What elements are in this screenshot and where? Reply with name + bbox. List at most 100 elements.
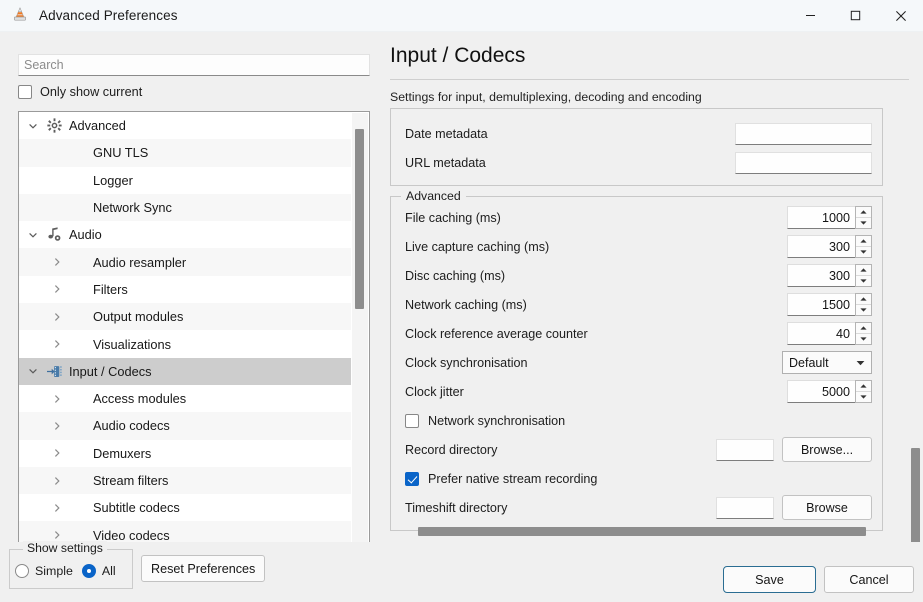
- maximize-button[interactable]: [833, 0, 878, 32]
- stepper-up-icon[interactable]: [856, 265, 871, 275]
- window-title: Advanced Preferences: [39, 8, 178, 23]
- live-capture-caching-stepper[interactable]: [855, 235, 872, 258]
- close-button[interactable]: [878, 0, 923, 32]
- date-metadata-input[interactable]: [735, 122, 872, 145]
- tree-item-stream-filters[interactable]: Stream filters: [19, 466, 351, 495]
- settings-horizontal-scrollbar-thumb[interactable]: [418, 527, 866, 536]
- tree-item-advanced[interactable]: Advanced: [19, 112, 351, 139]
- clock-synchronisation-select[interactable]: Default: [782, 351, 872, 374]
- network-synchronisation-checkbox[interactable]: Network synchronisation: [401, 406, 872, 435]
- tree-item-visualizations[interactable]: Visualizations: [19, 330, 351, 357]
- stepper-up-icon[interactable]: [856, 236, 871, 246]
- chevron-down-icon[interactable]: [23, 366, 43, 376]
- stepper-up-icon[interactable]: [856, 381, 871, 391]
- clock-jitter-value[interactable]: 5000: [787, 380, 855, 403]
- stepper-up-icon[interactable]: [856, 207, 871, 217]
- chevron-right-icon[interactable]: [47, 503, 67, 513]
- tree-item-demuxers[interactable]: Demuxers: [19, 440, 351, 467]
- minimize-button[interactable]: [788, 0, 833, 32]
- tree-item-label: Audio resampler: [93, 254, 187, 270]
- radio-all[interactable]: [81, 564, 96, 578]
- field-row-clock-reference-average-counter: Clock reference average counter 40: [401, 319, 872, 348]
- tree-item-subtitle-codecs[interactable]: Subtitle codecs: [19, 494, 351, 521]
- field-row-record-directory: Record directory Browse...: [401, 435, 872, 464]
- chevron-right-icon[interactable]: [47, 421, 67, 431]
- tree-item-audio-resampler[interactable]: Audio resampler: [19, 248, 351, 276]
- chevron-right-icon[interactable]: [47, 448, 67, 458]
- chevron-right-icon[interactable]: [47, 257, 67, 267]
- stepper-up-icon[interactable]: [856, 323, 871, 333]
- chevron-right-icon[interactable]: [47, 284, 67, 294]
- only-show-current-checkbox[interactable]: Only show current: [18, 85, 142, 99]
- tree-item-filters[interactable]: Filters: [19, 276, 351, 303]
- save-button[interactable]: Save: [723, 566, 816, 593]
- tree-item-network-sync[interactable]: Network Sync: [19, 193, 351, 222]
- network-synchronisation-box: [405, 413, 419, 428]
- file-caching-label: File caching (ms): [405, 210, 501, 225]
- prefer-native-stream-recording-box: [405, 471, 419, 486]
- tree-item-label: Audio: [69, 227, 102, 243]
- chevron-right-icon[interactable]: [47, 394, 67, 404]
- disc-caching-value[interactable]: 300: [787, 264, 855, 287]
- network-caching-stepper[interactable]: [855, 293, 872, 316]
- tree-item-label: GNU TLS: [93, 145, 149, 161]
- disc-caching-stepper[interactable]: [855, 264, 872, 287]
- chevron-right-icon[interactable]: [47, 339, 67, 349]
- record-directory-browse-button[interactable]: Browse...: [782, 437, 872, 462]
- gear-icon: [43, 118, 65, 133]
- show-settings-legend: Show settings: [23, 541, 107, 555]
- field-row-timeshift-directory: Timeshift directory Browse: [401, 493, 872, 522]
- network-caching-value[interactable]: 1500: [787, 293, 855, 316]
- stepper-down-icon[interactable]: [856, 246, 871, 257]
- only-show-current-label: Only show current: [40, 85, 143, 99]
- tree-item-label: Visualizations: [93, 336, 172, 352]
- search-input[interactable]: [18, 54, 370, 76]
- stepper-down-icon[interactable]: [856, 391, 871, 402]
- clock-reference-average-counter-value[interactable]: 40: [787, 322, 855, 345]
- tree-item-gnu-tls[interactable]: GNU TLS: [19, 139, 351, 167]
- clock-jitter-spinbox[interactable]: 5000: [787, 380, 872, 403]
- stepper-down-icon[interactable]: [856, 333, 871, 344]
- tree-scrollbar-thumb[interactable]: [355, 129, 364, 309]
- tree-item-audio-codecs[interactable]: Audio codecs: [19, 412, 351, 440]
- cancel-button[interactable]: Cancel: [824, 566, 914, 593]
- network-caching-spinbox[interactable]: 1500: [787, 293, 872, 316]
- reset-preferences-button[interactable]: Reset Preferences: [141, 555, 266, 582]
- stepper-up-icon[interactable]: [856, 294, 871, 304]
- clock-reference-stepper[interactable]: [855, 322, 872, 345]
- timeshift-directory-input[interactable]: [716, 496, 774, 519]
- tree-item-access-modules[interactable]: Access modules: [19, 385, 351, 412]
- advanced-group: Advanced File caching (ms) 1000 Live cap…: [390, 189, 883, 531]
- record-directory-input[interactable]: [716, 438, 774, 461]
- prefer-native-stream-recording-checkbox[interactable]: Prefer native stream recording: [401, 464, 872, 493]
- file-caching-stepper[interactable]: [855, 206, 872, 229]
- show-settings-group: Show settings Simple All: [9, 541, 133, 589]
- chevron-down-icon[interactable]: [23, 121, 43, 131]
- tree-item-logger[interactable]: Logger: [19, 167, 351, 194]
- clock-reference-average-counter-spinbox[interactable]: 40: [787, 322, 872, 345]
- tree-item-audio[interactable]: Audio: [19, 221, 351, 248]
- tree-item-output-modules[interactable]: Output modules: [19, 303, 351, 331]
- chevron-right-icon[interactable]: [47, 476, 67, 486]
- settings-vertical-scrollbar-thumb[interactable]: [911, 448, 920, 551]
- file-caching-value[interactable]: 1000: [787, 206, 855, 229]
- clock-jitter-stepper[interactable]: [855, 380, 872, 403]
- tree-item-input-codecs[interactable]: Input / Codecs: [19, 357, 351, 385]
- title-divider: [390, 79, 909, 80]
- tree-scrollbar[interactable]: [352, 113, 368, 566]
- tree-item-label: Logger: [93, 172, 133, 188]
- prefer-native-stream-recording-label: Prefer native stream recording: [428, 471, 598, 486]
- stepper-down-icon[interactable]: [856, 275, 871, 286]
- live-capture-caching-spinbox[interactable]: 300: [787, 235, 872, 258]
- stepper-down-icon[interactable]: [856, 217, 871, 228]
- chevron-right-icon[interactable]: [47, 312, 67, 322]
- chevron-right-icon[interactable]: [47, 530, 67, 540]
- disc-caching-spinbox[interactable]: 300: [787, 264, 872, 287]
- url-metadata-input[interactable]: [735, 151, 872, 174]
- file-caching-spinbox[interactable]: 1000: [787, 206, 872, 229]
- chevron-down-icon[interactable]: [23, 230, 43, 240]
- stepper-down-icon[interactable]: [856, 304, 871, 315]
- live-capture-caching-value[interactable]: 300: [787, 235, 855, 258]
- radio-simple[interactable]: [15, 564, 29, 578]
- timeshift-directory-browse-button[interactable]: Browse: [782, 495, 872, 520]
